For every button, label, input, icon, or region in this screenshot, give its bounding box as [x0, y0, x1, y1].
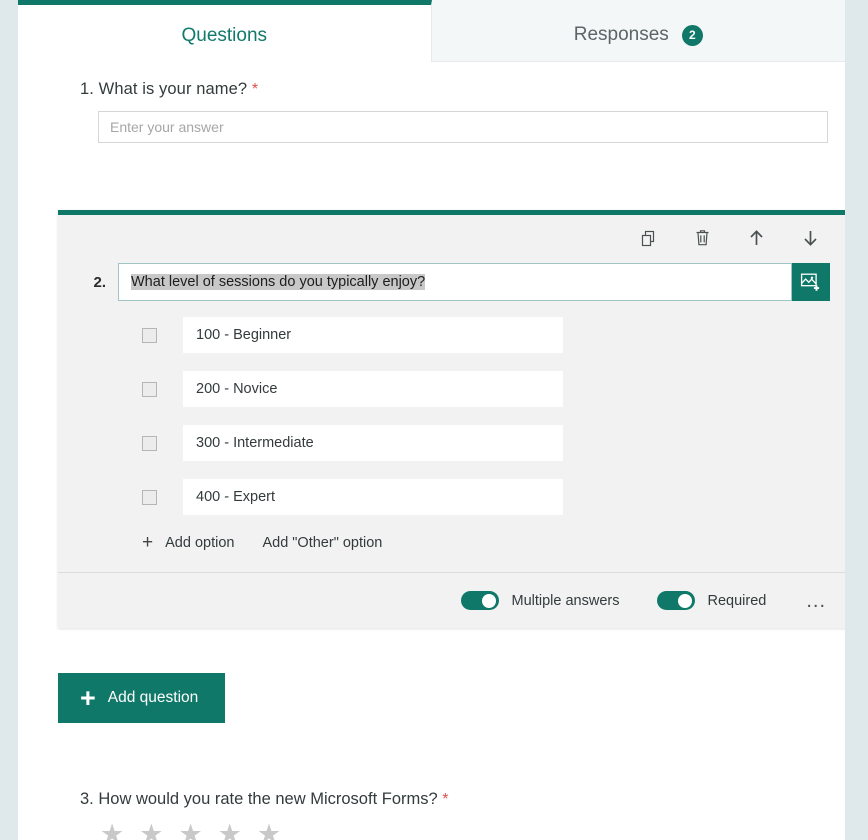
- question-2-toolbar: [58, 215, 845, 261]
- add-option-label: Add option: [165, 534, 235, 551]
- multiple-answers-toggle-group: Multiple answers: [461, 591, 619, 610]
- question-2-number: 2.: [93, 273, 106, 291]
- option-input[interactable]: 300 - Intermediate: [183, 425, 563, 461]
- copy-icon[interactable]: [634, 224, 662, 252]
- option-checkbox[interactable]: [142, 435, 157, 451]
- option-row[interactable]: 400 - Expert: [58, 479, 845, 515]
- tab-bar: Questions Responses 2: [18, 0, 845, 62]
- trash-icon[interactable]: [688, 224, 716, 252]
- toggle-knob: [482, 593, 497, 608]
- option-label: 300 - Intermediate: [196, 435, 314, 451]
- insert-image-icon[interactable]: [792, 263, 830, 301]
- responses-count-badge: 2: [681, 24, 703, 46]
- multiple-answers-label: Multiple answers: [511, 592, 620, 609]
- option-row[interactable]: 300 - Intermediate: [58, 425, 845, 461]
- star-icon[interactable]: ★: [218, 821, 242, 840]
- option-checkbox[interactable]: [142, 489, 157, 505]
- arrow-down-icon[interactable]: [796, 224, 824, 252]
- question-2-title-value: What level of sessions do you typically …: [131, 274, 426, 290]
- tab-questions-label: Questions: [181, 24, 268, 46]
- question-1-required-marker: *: [251, 81, 259, 98]
- add-option-button[interactable]: + Add option: [142, 533, 234, 552]
- tab-responses-label: Responses: [573, 24, 669, 45]
- question-2-title-input[interactable]: What level of sessions do you typically …: [118, 263, 792, 301]
- toggle-knob: [678, 593, 693, 608]
- star-icon[interactable]: ★: [178, 821, 202, 840]
- question-3-text: How would you rate the new Microsoft For…: [98, 790, 438, 808]
- option-checkbox[interactable]: [142, 327, 157, 343]
- star-icon[interactable]: ★: [257, 821, 281, 840]
- question-2-options: 100 - Beginner 200 - Novice 300 - Interm…: [58, 301, 845, 572]
- option-input[interactable]: 100 - Beginner: [183, 317, 563, 353]
- question-3-number: 3.: [80, 790, 94, 808]
- arrow-up-icon[interactable]: [742, 224, 770, 252]
- plus-icon: +: [80, 682, 96, 713]
- option-input[interactable]: 200 - Novice: [183, 371, 563, 407]
- question-1[interactable]: 1. What is your name? * Enter your answe…: [18, 62, 845, 143]
- option-label: 400 - Expert: [196, 489, 275, 505]
- option-label: 200 - Novice: [196, 381, 278, 397]
- question-2-card[interactable]: 2. What level of sessions do you typical…: [58, 210, 845, 628]
- question-1-title: 1. What is your name? *: [80, 80, 845, 99]
- question-1-answer-placeholder: Enter your answer: [110, 119, 224, 135]
- more-options-label: ...: [806, 589, 826, 612]
- tab-responses[interactable]: Responses 2: [431, 0, 845, 62]
- add-question-button[interactable]: + Add question: [58, 673, 225, 723]
- option-row[interactable]: 200 - Novice: [58, 371, 845, 407]
- question-3[interactable]: 3. How would you rate the new Microsoft …: [18, 790, 845, 840]
- question-2-footer: Multiple answers Required ...: [58, 572, 845, 628]
- required-toggle-group: Required: [657, 591, 766, 610]
- more-options-icon[interactable]: ...: [806, 591, 826, 611]
- star-icon[interactable]: ★: [139, 821, 163, 840]
- question-1-number: 1.: [80, 80, 94, 98]
- question-1-answer-input[interactable]: Enter your answer: [98, 111, 828, 143]
- option-input[interactable]: 400 - Expert: [183, 479, 563, 515]
- question-3-title: 3. How would you rate the new Microsoft …: [80, 790, 845, 809]
- tab-questions[interactable]: Questions: [18, 0, 432, 62]
- option-row[interactable]: 100 - Beginner: [58, 317, 845, 353]
- question-1-text: What is your name?: [98, 80, 248, 98]
- plus-icon: +: [142, 532, 154, 553]
- star-icon[interactable]: ★: [100, 821, 124, 840]
- add-other-option-label: Add "Other" option: [262, 534, 383, 551]
- required-toggle[interactable]: [657, 591, 696, 610]
- option-label: 100 - Beginner: [196, 327, 292, 343]
- option-checkbox[interactable]: [142, 381, 157, 397]
- required-label: Required: [707, 592, 767, 609]
- question-3-star-rating[interactable]: ★ ★ ★ ★ ★: [100, 821, 845, 840]
- add-other-option-button[interactable]: Add "Other" option: [262, 535, 382, 551]
- forms-editor-page: Questions Responses 2 1. What is your na…: [18, 0, 845, 840]
- add-question-label: Add question: [107, 689, 199, 706]
- question-2-title-row: 2. What level of sessions do you typical…: [58, 263, 845, 301]
- add-option-row: + Add option Add "Other" option: [58, 533, 845, 572]
- multiple-answers-toggle[interactable]: [461, 591, 500, 610]
- question-3-required-marker: *: [442, 791, 449, 808]
